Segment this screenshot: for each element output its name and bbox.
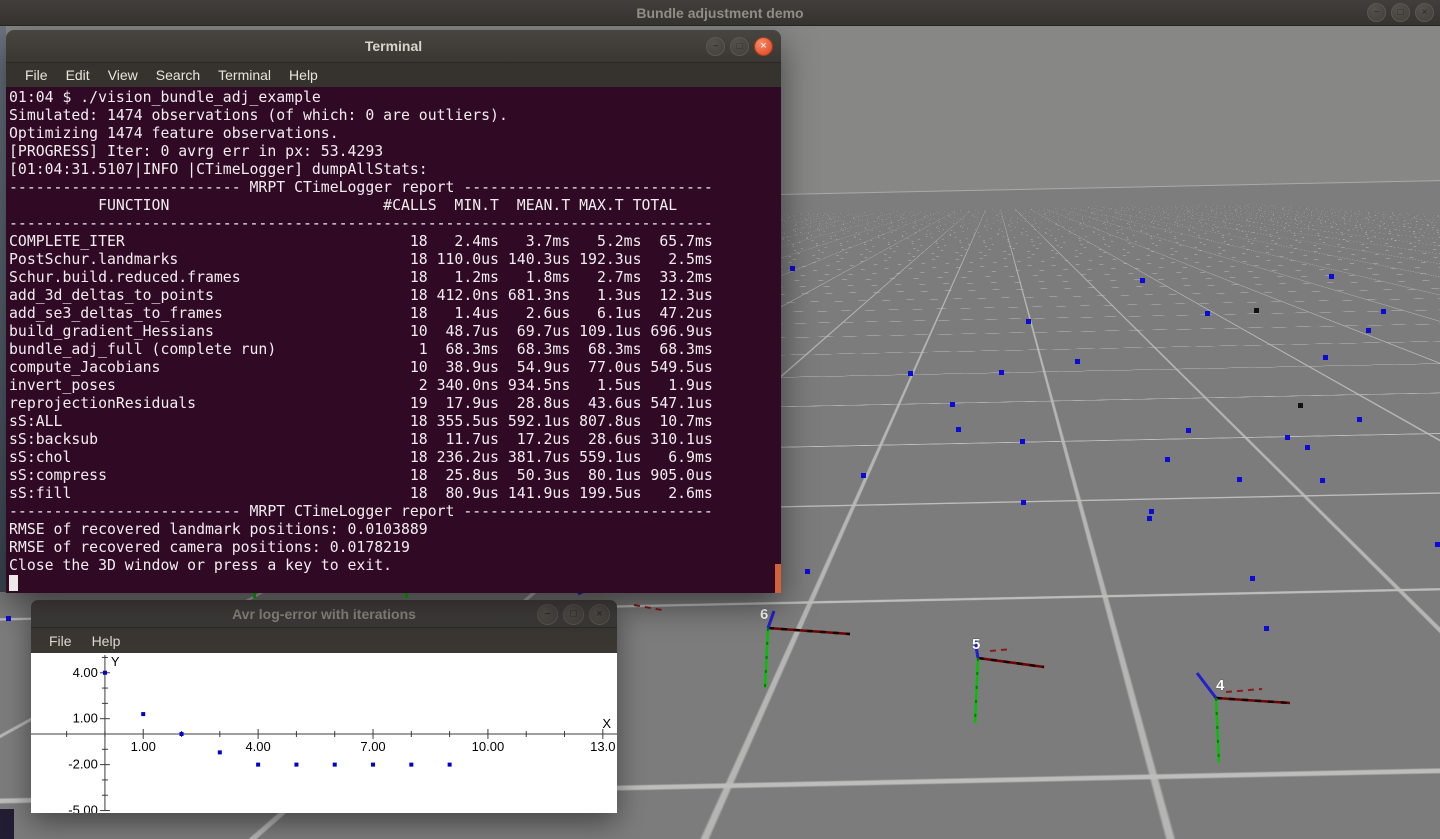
x-tick-label: 7.00 [360, 739, 385, 754]
camera-frame-6: 6 [723, 583, 883, 713]
landmark-point [1075, 359, 1080, 364]
desktop-corner-patch [0, 809, 14, 839]
plot-title: Avr log-error with iterations [232, 606, 416, 622]
scatter-chart: 1.00 4.00 7.00 10.00 13.0 4.00 1.00 -2.00 -5.00 Y… [31, 653, 617, 813]
landmark-point [1285, 435, 1290, 440]
menu-view[interactable]: View [99, 67, 147, 83]
maximize-button[interactable]: □ [730, 37, 749, 56]
plot-menubar: File Help [31, 628, 617, 653]
landmark-point [908, 371, 913, 376]
main-window-controls: − □ × [1367, 3, 1434, 22]
landmark-point [1381, 309, 1386, 314]
y-axis-label: Y [111, 654, 120, 669]
data-point [371, 763, 375, 767]
y-tick-label: 4.00 [73, 665, 98, 680]
data-point [448, 763, 452, 767]
plot-window: Avr log-error with iterations − □ × File… [31, 600, 617, 812]
main-window-title: Bundle adjustment demo [636, 5, 803, 21]
y-tick-label: -5.00 [68, 803, 98, 813]
x-tick-label: 4.00 [245, 739, 270, 754]
menu-file[interactable]: File [39, 633, 82, 649]
landmark-point [999, 370, 1004, 375]
landmark-point [1366, 328, 1371, 333]
landmark-point [1329, 274, 1334, 279]
terminal-text: 01:04 $ ./vision_bundle_adj_example Simu… [6, 87, 781, 575]
landmark-point [1305, 445, 1310, 450]
data-point [256, 763, 260, 767]
landmark-point [6, 616, 11, 621]
x-tick-label: 1.00 [131, 739, 156, 754]
landmark-point-dark [1254, 308, 1259, 313]
data-point [180, 732, 184, 736]
data-point [141, 712, 145, 716]
landmark-point [805, 569, 810, 574]
minimize-button[interactable]: − [706, 37, 725, 56]
landmark-point [1186, 428, 1191, 433]
landmark-point [1020, 439, 1025, 444]
landmark-point [1165, 457, 1170, 462]
data-point [333, 763, 337, 767]
data-point [103, 671, 107, 675]
camera-label: 6 [760, 606, 768, 623]
plot-controls: − □ × [537, 604, 610, 625]
y-tick-label: -2.00 [68, 757, 98, 772]
close-button[interactable]: × [754, 37, 773, 56]
terminal-menubar: File Edit View Search Terminal Help [6, 63, 781, 87]
main-window-titlebar[interactable]: Bundle adjustment demo − □ × [0, 0, 1440, 26]
terminal-title: Terminal [365, 38, 422, 54]
landmark-point [1205, 311, 1210, 316]
landmark-point [1357, 417, 1362, 422]
data-point [294, 763, 298, 767]
landmark-point [950, 402, 955, 407]
landmark-point [790, 266, 795, 271]
landmark-point [1320, 478, 1325, 483]
landmark-point [1140, 278, 1145, 283]
landmark-point [1147, 516, 1152, 521]
data-point [409, 763, 413, 767]
x-tick-label: 13.0 [590, 739, 615, 754]
camera-label: 5 [972, 636, 980, 653]
minimize-button[interactable]: − [537, 604, 558, 625]
maximize-button[interactable]: □ [1391, 3, 1410, 22]
terminal-scrollbar[interactable] [775, 564, 781, 593]
camera-frame-4: 4 [1171, 653, 1331, 783]
y-tick-label: 1.00 [73, 711, 98, 726]
landmark-point [1435, 542, 1440, 547]
landmark-point [1250, 576, 1255, 581]
plot-canvas[interactable]: 1.00 4.00 7.00 10.00 13.0 4.00 1.00 -2.00 -5.00 Y… [31, 653, 617, 813]
x-tick-label: 10.00 [472, 739, 505, 754]
terminal-titlebar[interactable]: Terminal − □ × [6, 30, 781, 63]
terminal-output[interactable]: 01:04 $ ./vision_bundle_adj_example Simu… [6, 87, 781, 593]
minimize-button[interactable]: − [1367, 3, 1386, 22]
menu-file[interactable]: File [16, 67, 57, 83]
close-button[interactable]: × [589, 604, 610, 625]
landmark-point [1149, 509, 1154, 514]
landmark-point [1021, 500, 1026, 505]
close-button[interactable]: × [1415, 3, 1434, 22]
terminal-controls: − □ × [706, 37, 773, 56]
landmark-point [1237, 477, 1242, 482]
camera-frame-5: 5 [933, 613, 1093, 743]
terminal-window: Terminal − □ × File Edit View Search Ter… [6, 30, 781, 592]
plot-titlebar[interactable]: Avr log-error with iterations − □ × [31, 600, 617, 628]
landmark-point [1323, 355, 1328, 360]
menu-help[interactable]: Help [280, 67, 327, 83]
desktop: 4567 Bundle adjustment demo − □ × Termin… [0, 0, 1440, 839]
landmark-point [956, 427, 961, 432]
menu-terminal[interactable]: Terminal [209, 67, 280, 83]
terminal-cursor [9, 575, 18, 591]
landmark-point-dark [1298, 403, 1303, 408]
x-axis-label: X [602, 716, 611, 731]
menu-help[interactable]: Help [82, 633, 131, 649]
landmark-point [1026, 319, 1031, 324]
menu-search[interactable]: Search [147, 67, 209, 83]
camera-label: 4 [1216, 677, 1225, 694]
data-point [218, 750, 222, 754]
menu-edit[interactable]: Edit [57, 67, 99, 83]
landmark-point [861, 473, 866, 478]
landmark-point [1264, 626, 1269, 631]
maximize-button[interactable]: □ [563, 604, 584, 625]
